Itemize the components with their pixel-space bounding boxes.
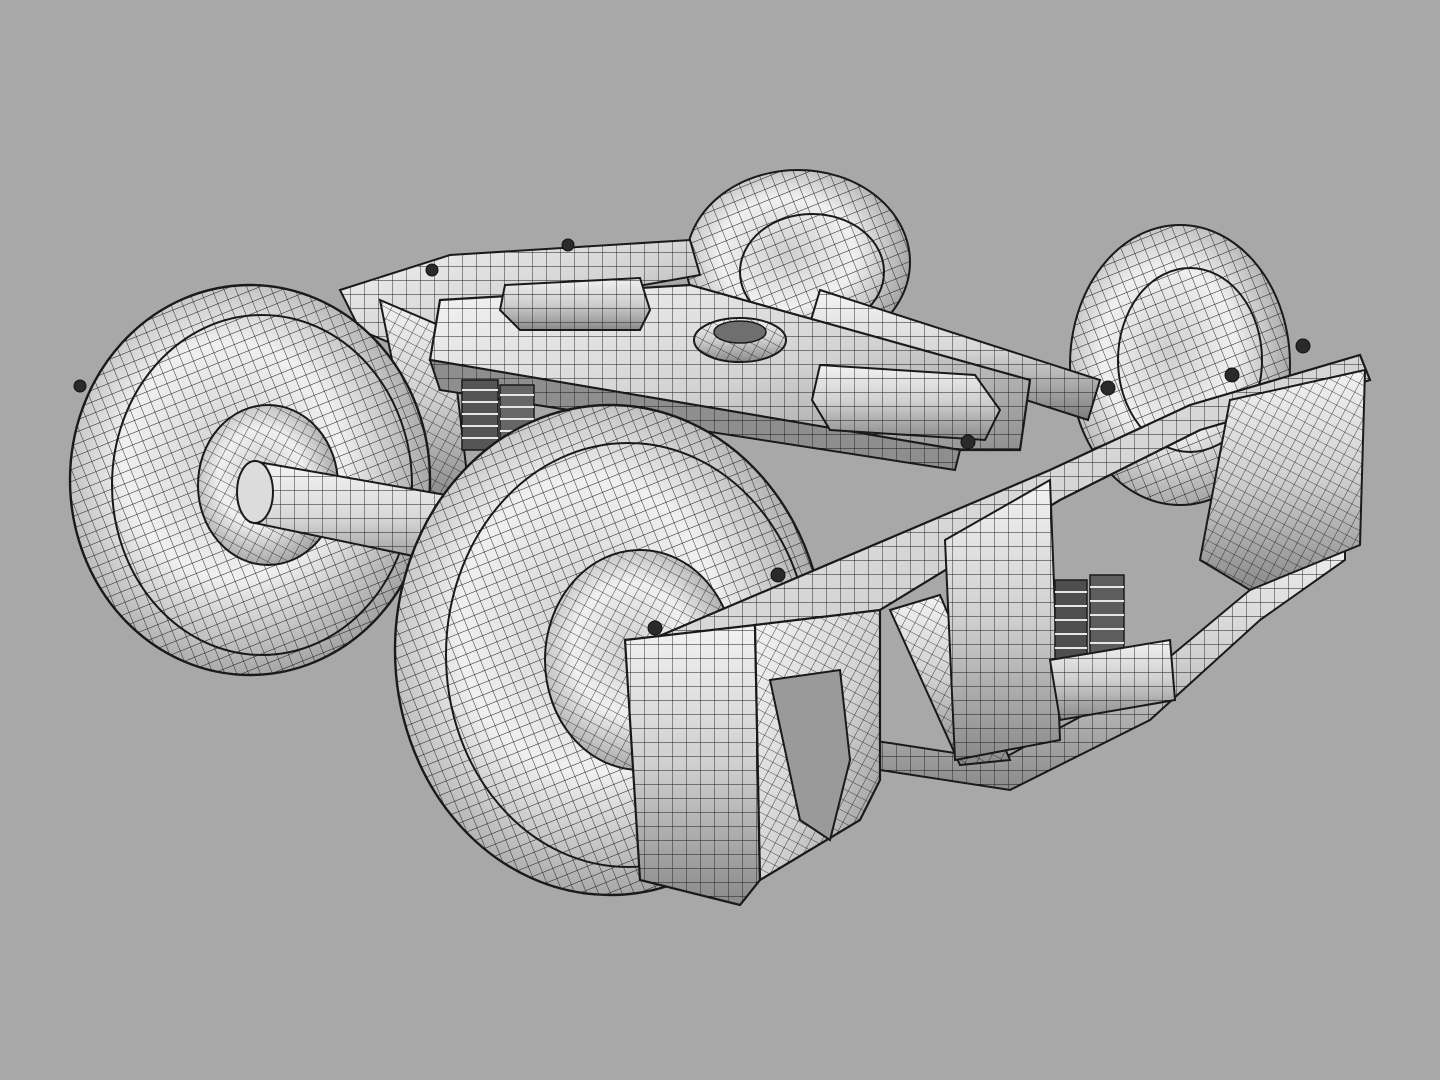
bogie-wireframe-render — [0, 0, 1440, 1080]
3d-viewport[interactable] — [0, 0, 1440, 1080]
